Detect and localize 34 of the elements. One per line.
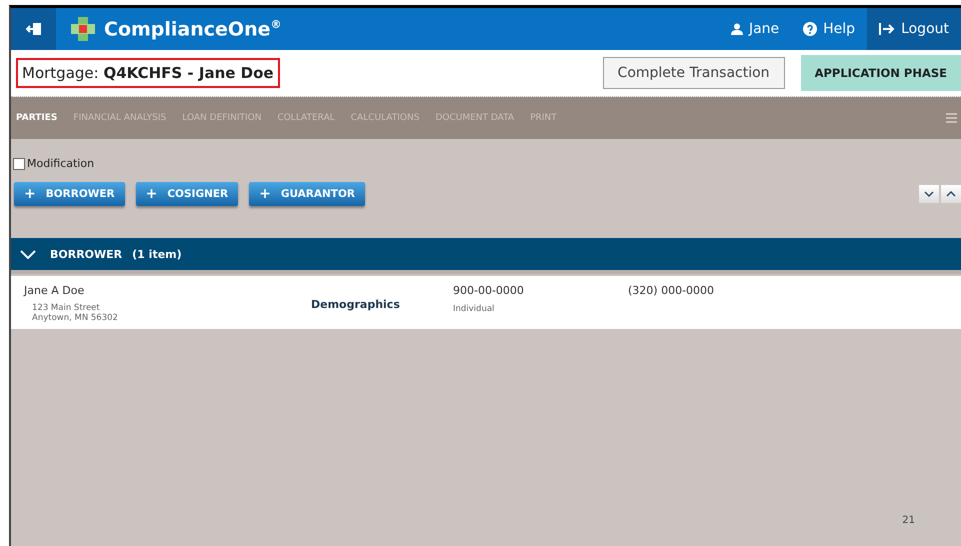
tax-id: 900-00-0000	[453, 284, 525, 297]
party-type: Individual	[453, 304, 496, 314]
phone-number: (320) 000-0000	[628, 284, 716, 297]
page-title: Mortgage: Q4KCHFS - Jane Doe	[16, 58, 280, 88]
chevron-up-icon	[946, 191, 956, 197]
exit-icon	[26, 22, 42, 36]
exit-button[interactable]	[11, 8, 56, 50]
item-count: (1 item)	[132, 248, 182, 260]
address-line: 123 Main Street	[32, 303, 101, 313]
collapse-all-button[interactable]	[919, 185, 939, 203]
user-icon	[730, 23, 743, 35]
checkbox[interactable]	[13, 158, 25, 170]
expand-all-button[interactable]	[941, 185, 961, 203]
user-menu[interactable]: Jane	[718, 8, 792, 50]
logout-button[interactable]: Logout	[867, 8, 961, 50]
checkbox-label: Modification	[27, 157, 94, 170]
chevron-down-icon	[924, 191, 934, 197]
section-header[interactable]: BORROWER (1 item)	[11, 238, 961, 274]
phase-button[interactable]: APPLICATION PHASE	[800, 55, 961, 91]
logout-icon	[879, 22, 896, 36]
demographics-link[interactable]: Demographics	[311, 298, 400, 311]
logo-icon	[70, 16, 96, 42]
add-party-button[interactable]: + GUARANTOR	[249, 182, 365, 206]
page-number: 21	[902, 515, 915, 526]
help-icon	[803, 22, 818, 36]
party-name: Jane A Doe	[24, 284, 86, 297]
address-line: Anytown, MN 56302	[32, 313, 119, 323]
app-logo: ComplianceOne$^{®}$	[104, 18, 282, 40]
complete-transaction-button[interactable]: Complete Transaction	[602, 57, 785, 89]
add-party-button[interactable]: + COSIGNER	[136, 182, 238, 206]
section-title: BORROWER	[50, 248, 122, 260]
add-party-button[interactable]: + BORROWER	[14, 182, 125, 206]
help-button[interactable]: Help	[791, 8, 868, 50]
nav-tab[interactable]: PARTIES	[16, 113, 58, 123]
